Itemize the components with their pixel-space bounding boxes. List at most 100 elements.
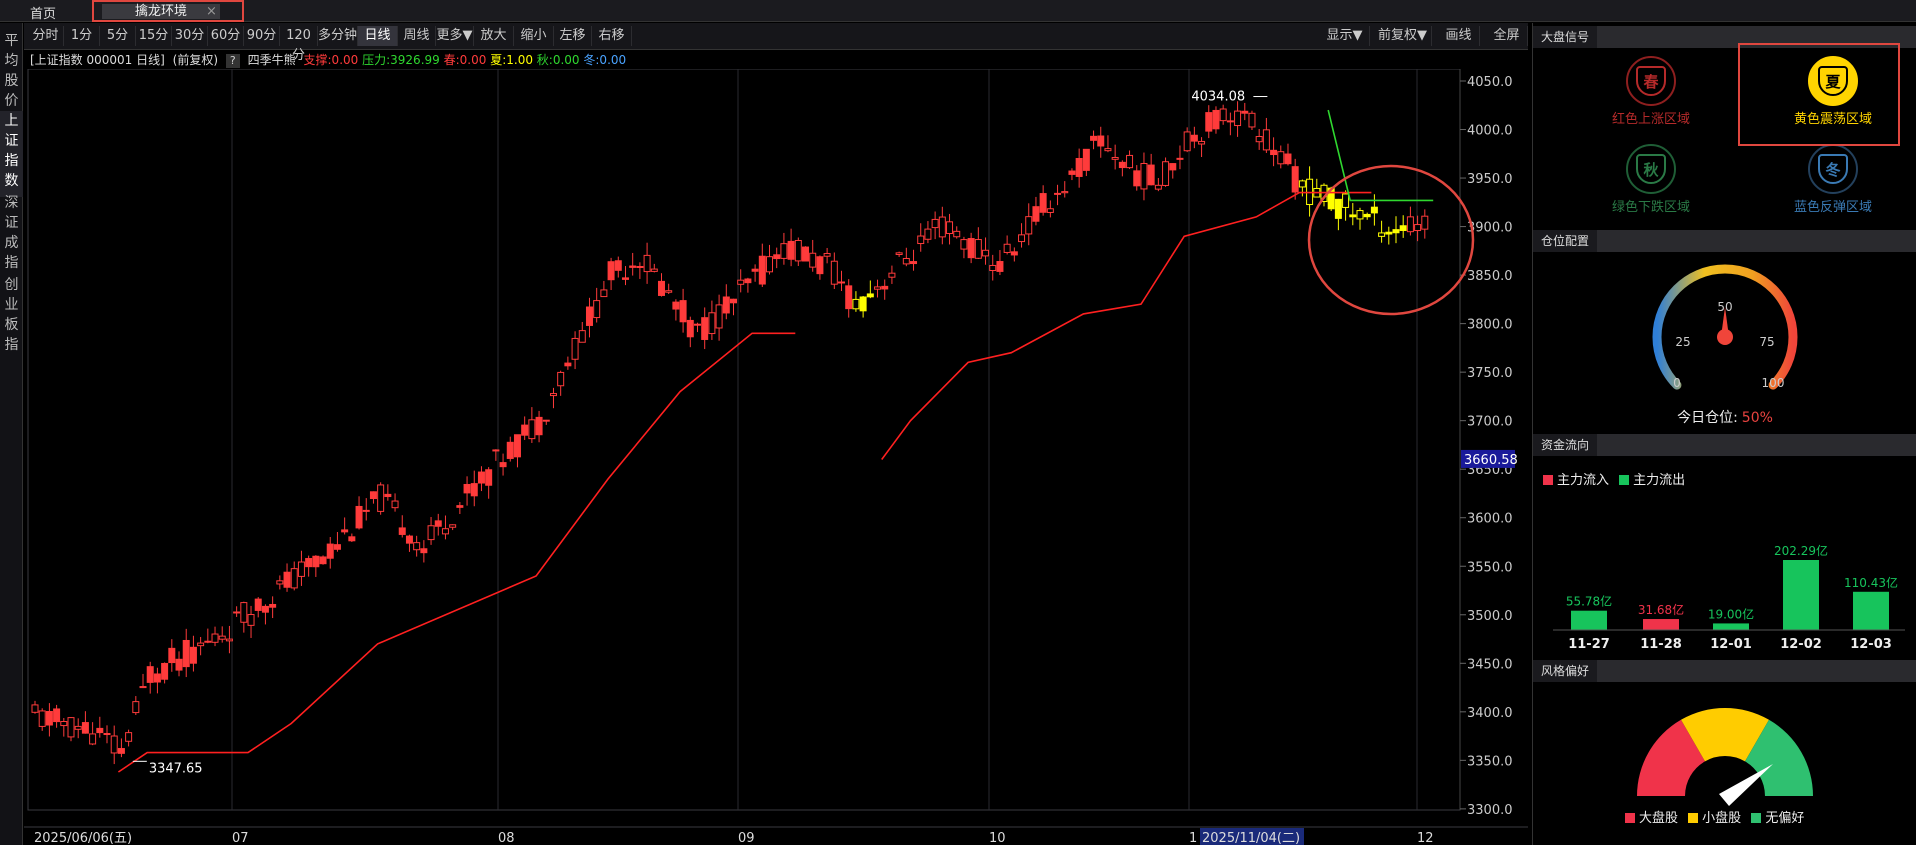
toolbar-right-button-0[interactable]: 显示▼ <box>1320 26 1370 46</box>
toolbar-button-10[interactable]: 周线 <box>398 26 436 46</box>
candle-body <box>204 640 212 643</box>
toolbar-button-8[interactable]: 多分钟 <box>318 26 358 46</box>
candle-body <box>910 261 918 265</box>
candle-body <box>852 298 860 310</box>
signal-item-3[interactable]: 冬蓝色反弹区域 <box>1758 144 1908 215</box>
candle-body <box>319 556 327 565</box>
candle-body <box>168 647 176 664</box>
current-price-label: 3660.58 <box>1464 453 1518 468</box>
candle-body <box>139 686 147 689</box>
y-tick-label: 3700.0 <box>1467 415 1513 430</box>
sidebar-item-1[interactable]: 上证指数 <box>0 111 23 197</box>
candle-body <box>197 642 205 647</box>
gauge-tick-label: 25 <box>1675 335 1690 349</box>
toolbar-right-button-1[interactable]: 前复权▼ <box>1374 26 1432 46</box>
candle-body <box>485 469 493 486</box>
toolbar-right-button-2[interactable]: 画线 <box>1438 26 1480 46</box>
sidebar-item-0[interactable]: 平均股价 <box>0 31 23 117</box>
x-tick-label: 12 <box>1417 831 1434 845</box>
candle-body <box>153 673 161 683</box>
candle-body <box>1255 136 1263 143</box>
candle-body <box>967 238 975 259</box>
active-app-tab[interactable]: 擒龙环境 × <box>92 0 244 22</box>
flow-bar <box>1713 623 1749 630</box>
toolbar-button-11[interactable]: 更多▼ <box>436 26 474 46</box>
toolbar-button-14[interactable]: 左移 <box>554 26 592 46</box>
candle-body <box>355 505 363 529</box>
toolbar-button-9[interactable]: 日线 <box>358 26 398 46</box>
gauge-tick-label: 75 <box>1759 335 1774 349</box>
shield-icon: 春 <box>1636 66 1666 96</box>
candle-body <box>31 704 39 713</box>
candle-body <box>1349 214 1357 218</box>
toolbar-button-6[interactable]: 90分 <box>244 26 280 46</box>
close-icon[interactable]: × <box>206 4 217 19</box>
candle-body <box>449 524 457 528</box>
toolbar-button-1[interactable]: 1分 <box>64 26 100 46</box>
candle-body <box>1147 164 1155 186</box>
candle-body <box>1190 134 1198 142</box>
candle-body <box>528 419 536 440</box>
flow-bar <box>1783 560 1819 630</box>
flow-date-label: 12-03 <box>1850 637 1892 648</box>
toolbar-button-5[interactable]: 60分 <box>208 26 244 46</box>
signal-item-0[interactable]: 春红色上涨区域 <box>1576 56 1726 127</box>
home-tab[interactable]: 首页 <box>30 3 56 22</box>
candle-body <box>665 290 673 293</box>
fund-flow-header: 资金流向 <box>1533 434 1916 456</box>
candle-body <box>441 528 449 535</box>
candle-body <box>701 317 709 340</box>
candle-body <box>463 483 471 494</box>
candle-body <box>1133 170 1141 187</box>
toolbar-right-button-3[interactable]: 全屏 <box>1486 26 1528 46</box>
toolbar-button-3[interactable]: 15分 <box>136 26 172 46</box>
toolbar-button-15[interactable]: 右移 <box>592 26 632 46</box>
candle-body <box>74 725 82 730</box>
candle-body <box>413 542 421 551</box>
candle-body <box>1075 158 1083 177</box>
candle-body <box>1363 213 1371 218</box>
candle-body <box>132 701 140 714</box>
candle-body <box>67 717 75 738</box>
y-tick-label: 3350.0 <box>1467 754 1513 769</box>
candlestick-chart[interactable]: 4050.04000.03950.03900.03850.03800.03750… <box>24 69 1528 845</box>
candle-body <box>1061 191 1069 194</box>
candle-body <box>470 483 478 497</box>
candle-body <box>780 243 788 259</box>
indicator-info-line: [上证指数 000001 日线] (前复权) ? 四季牛熊 支撑:0.00 压力… <box>30 51 630 69</box>
signal-item-2[interactable]: 秋绿色下跌区域 <box>1576 144 1726 215</box>
flow-value-label: 31.68亿 <box>1638 602 1684 617</box>
candle-body <box>60 721 68 727</box>
candle-body <box>989 264 997 272</box>
active-tab-label: 擒龙环境 <box>134 4 187 19</box>
candle-body <box>521 424 529 436</box>
candle-body <box>773 254 781 260</box>
shield-icon: 冬 <box>1818 154 1848 184</box>
y-tick-label: 3550.0 <box>1467 560 1513 575</box>
small-cap-label: 小盘股 <box>1702 811 1742 826</box>
y-tick-label: 3450.0 <box>1467 657 1513 672</box>
small-cap-swatch <box>1688 813 1699 823</box>
toolbar-button-7[interactable]: 120分 <box>280 26 318 63</box>
toolbar-button-13[interactable]: 缩小 <box>514 26 554 46</box>
app-window: 首页 擒龙环境 × 平均股价 上证指数 深证成指 创业板指 分时 1分 5分 15分 30分 6… <box>0 0 1916 845</box>
adjust-label: (前复权) <box>172 53 219 67</box>
help-icon[interactable]: ? <box>225 54 240 68</box>
candle-body <box>1183 131 1191 152</box>
y-tick-label: 3500.0 <box>1467 609 1513 624</box>
candle-body <box>960 239 968 250</box>
candle-body <box>672 301 680 310</box>
y-tick-label: 3850.0 <box>1467 269 1513 284</box>
toolbar-button-4[interactable]: 30分 <box>172 26 208 46</box>
sidebar-item-2[interactable]: 深证成指 <box>0 193 23 279</box>
toolbar-button-0[interactable]: 分时 <box>28 26 64 46</box>
y-tick-label: 3950.0 <box>1467 172 1513 187</box>
toolbar-button-12[interactable]: 放大 <box>474 26 514 46</box>
toolbar-button-2[interactable]: 5分 <box>100 26 136 46</box>
candle-body <box>888 272 896 278</box>
candle-body <box>283 571 291 588</box>
sidebar-item-3[interactable]: 创业板指 <box>0 275 23 361</box>
candle-body <box>1104 148 1112 152</box>
resistance-value: 压力:3926.99 <box>362 53 440 67</box>
position-title: 仓位配置 <box>1533 230 1598 252</box>
